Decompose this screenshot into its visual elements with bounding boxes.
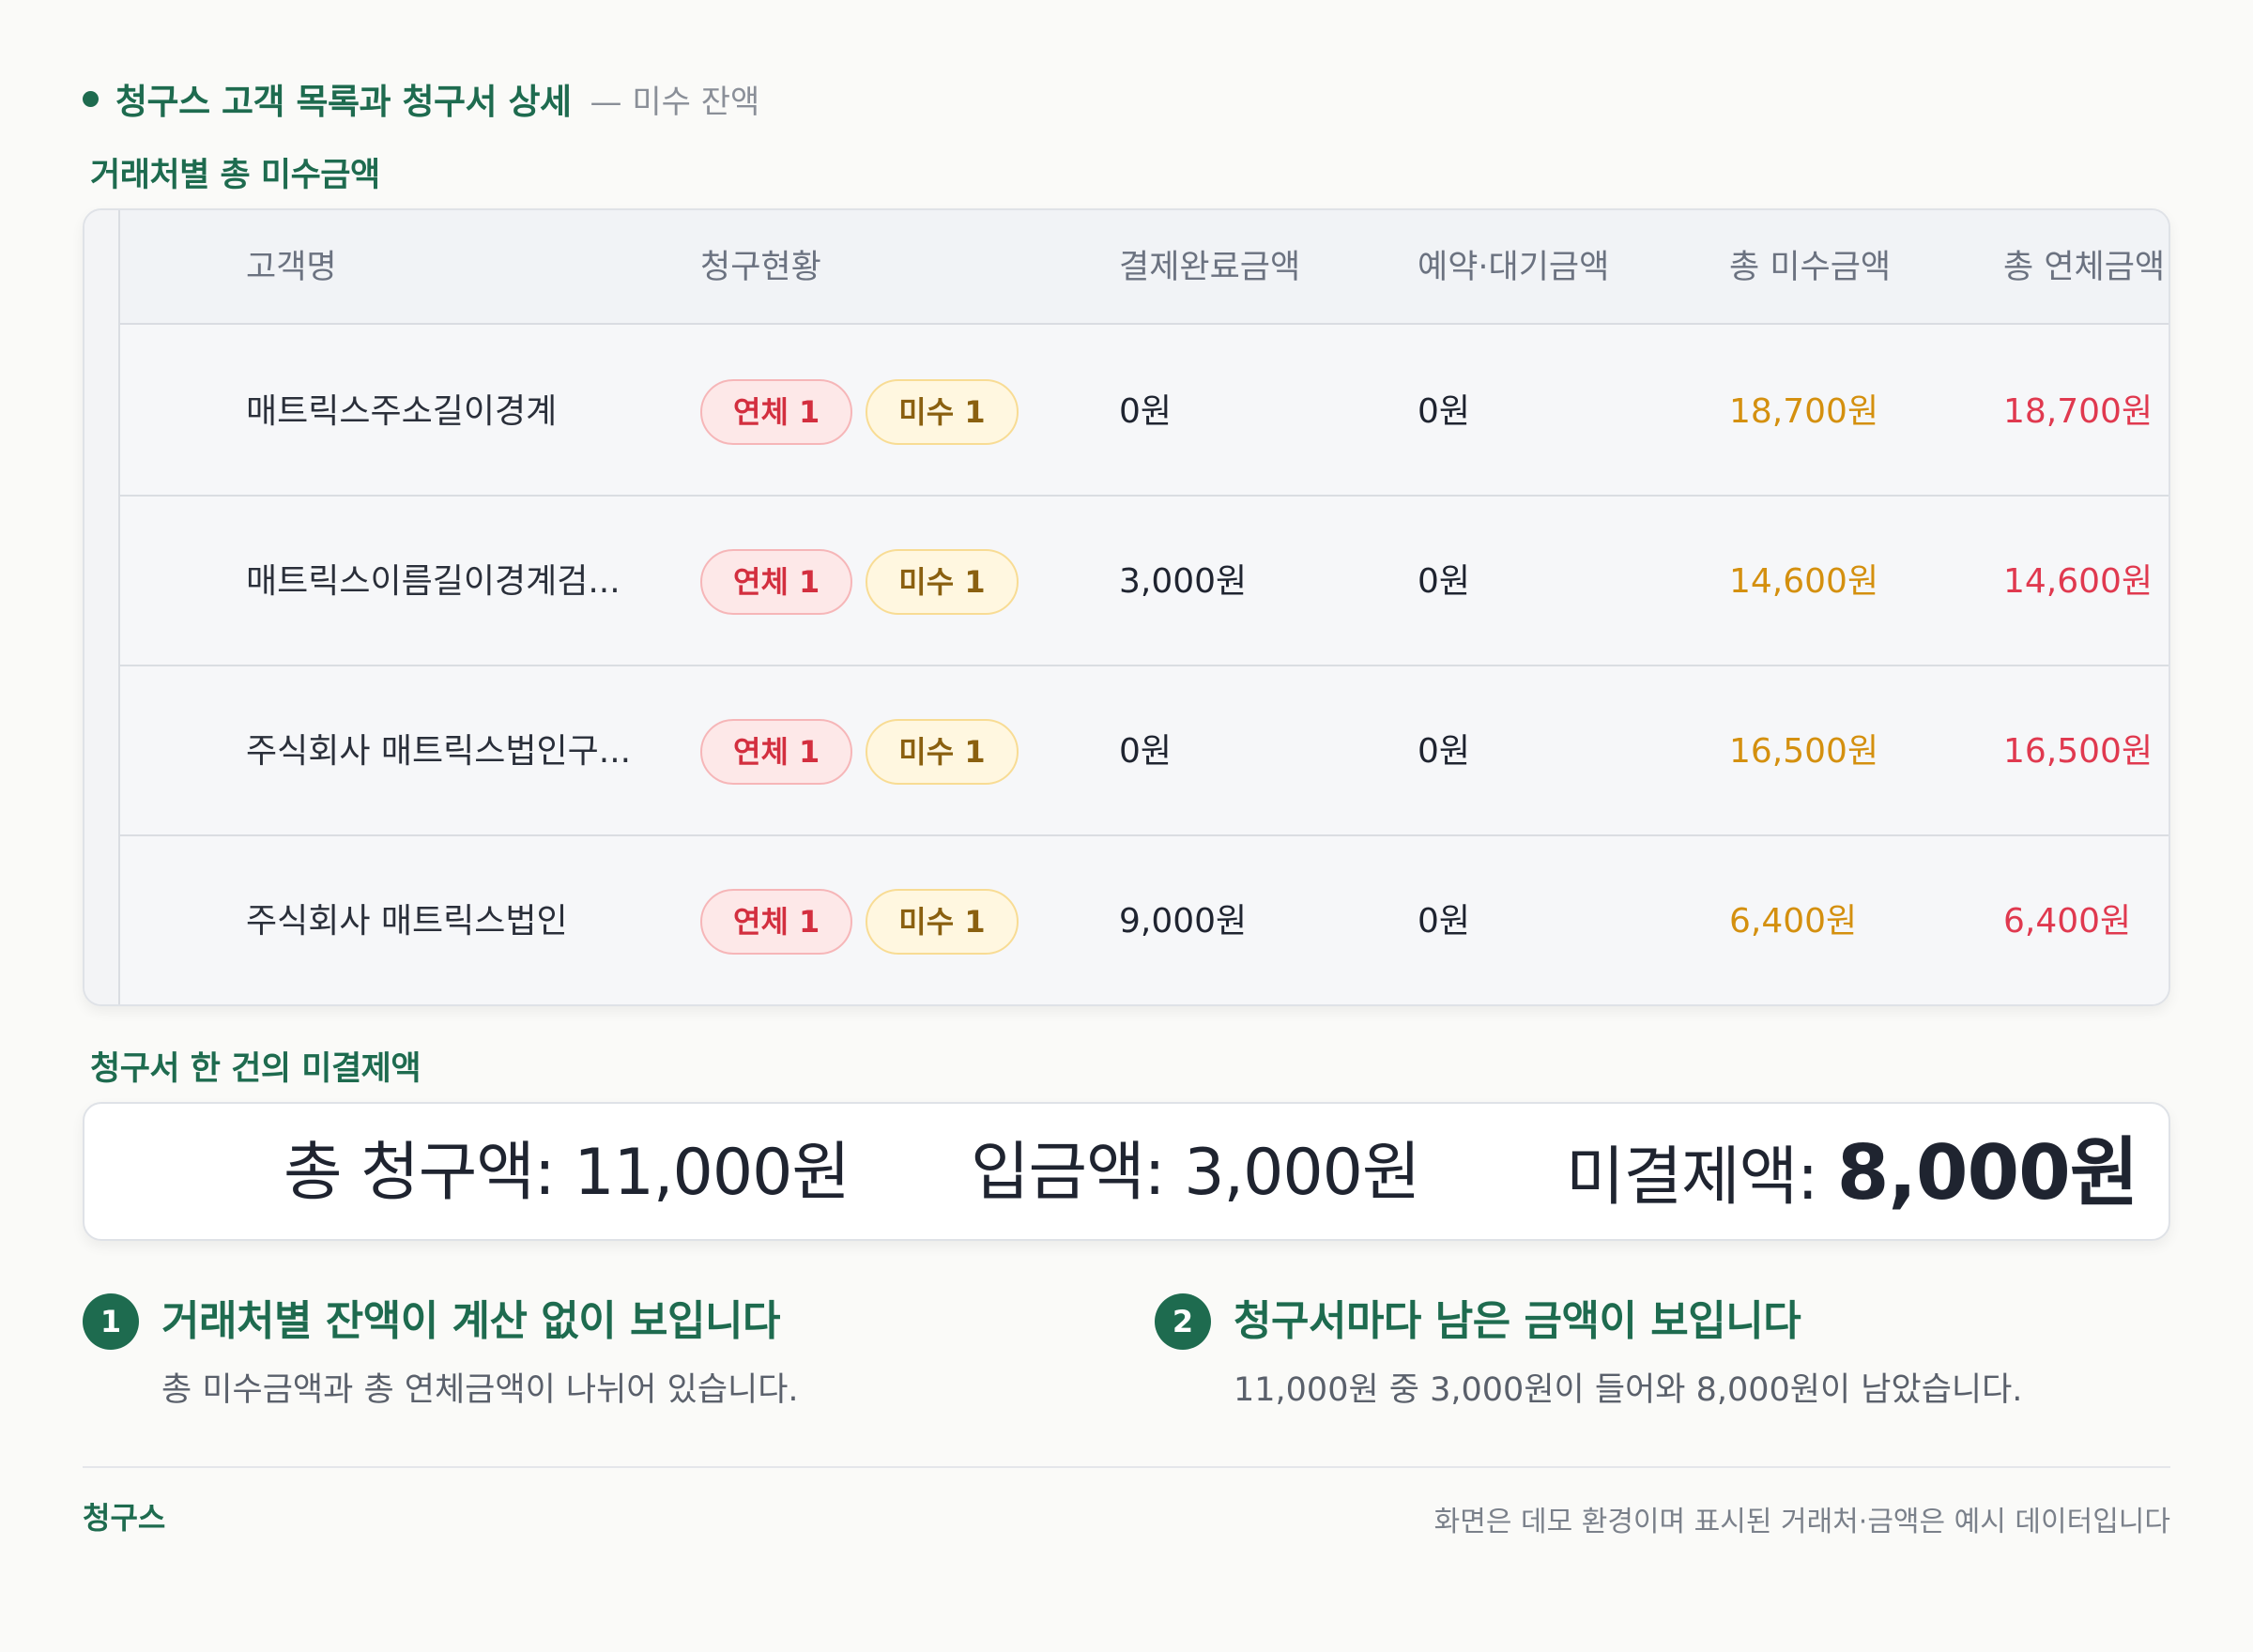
table-section-label: 거래처별 총 미수금액: [90, 157, 380, 194]
overdue-badge: 연체 1: [700, 549, 853, 615]
bullet-dot-icon: [83, 90, 99, 107]
summary-section-label: 청구서 한 건의 미결제액: [90, 1050, 421, 1088]
column-header-total-overdue[interactable]: 총 연체금액: [2003, 210, 2165, 325]
paid-amount: 0원: [1119, 732, 1172, 771]
unpaid-badge: 미수 1: [866, 889, 1019, 955]
customer-name[interactable]: 주식회사 매트릭스법인구...: [246, 666, 631, 836]
total-billed-value: 11,000원: [574, 1136, 850, 1210]
footer-divider: [83, 1466, 2170, 1468]
table-header: 고객명 청구현황 결제완료금액 예약·대기금액 총 미수금액 총 연체금액: [120, 210, 2169, 325]
reserved-amount: 0원: [1418, 562, 1471, 601]
paid-amount: 0원: [1119, 392, 1172, 431]
total-billed-label: 총 청구액:: [284, 1136, 556, 1210]
page: 청구스 고객 목록과 청구서 상세 — 미수 잔액 거래처별 총 미수금액 고객…: [0, 0, 2253, 1652]
feature-title: 거래처별 잔액이 계산 없이 보입니다: [161, 1297, 780, 1345]
overdue-badge: 연체 1: [700, 889, 853, 955]
balance-value: 8,000원: [1836, 1129, 2139, 1216]
total-unpaid-amount: 16,500원: [1729, 732, 1879, 771]
page-subtitle: — 미수 잔액: [590, 83, 760, 121]
page-header: 청구스 고객 목록과 청구서 상세 — 미수 잔액: [83, 73, 759, 124]
footer-brand[interactable]: 청구스: [83, 1494, 165, 1537]
overdue-badge: 연체 1: [700, 719, 853, 785]
table-row[interactable]: 매트릭스주소길이경계 연체 1 미수 1 0원 0원 18,700원 18,70…: [120, 327, 2169, 497]
paid-amount: 9,000원: [1119, 902, 1248, 941]
status-badges: 연체 1 미수 1: [700, 549, 1019, 615]
total-overdue-amount: 16,500원: [2003, 732, 2153, 771]
total-billed: 총 청구액: 11,000원: [284, 1104, 851, 1243]
table-row[interactable]: 주식회사 매트릭스법인 연체 1 미수 1 9,000원 0원 6,400원 6…: [120, 836, 2169, 1004]
balance: 미결제액: 8,000원: [1566, 1104, 2138, 1243]
overdue-badge: 연체 1: [700, 379, 853, 445]
footer-disclaimer: 화면은 데모 환경이며 표시된 거래처·금액은 예시 데이터입니다: [1433, 1506, 2170, 1538]
deposit: 입금액: 3,000원: [971, 1104, 1420, 1243]
total-overdue-amount: 14,600원: [2003, 562, 2153, 601]
column-header-paid[interactable]: 결제완료금액: [1119, 210, 1300, 325]
table-row[interactable]: 매트릭스이름길이경계검... 연체 1 미수 1 3,000원 0원 14,60…: [120, 497, 2169, 666]
page-title: 청구스 고객 목록과 청구서 상세: [115, 82, 572, 122]
feature-title: 청구서마다 남은 금액이 보입니다: [1234, 1297, 1801, 1345]
balance-label: 미결제액:: [1566, 1140, 1818, 1215]
customer-name[interactable]: 매트릭스이름길이경계검...: [246, 497, 621, 666]
column-header-total-unpaid[interactable]: 총 미수금액: [1729, 210, 1891, 325]
column-header-status[interactable]: 청구현황: [700, 210, 821, 325]
total-overdue-amount: 6,400원: [2003, 902, 2132, 941]
unpaid-badge: 미수 1: [866, 549, 1019, 615]
total-unpaid-amount: 6,400원: [1729, 902, 1858, 941]
total-unpaid-amount: 14,600원: [1729, 562, 1879, 601]
table-row[interactable]: 주식회사 매트릭스법인구... 연체 1 미수 1 0원 0원 16,500원 …: [120, 666, 2169, 836]
unpaid-badge: 미수 1: [866, 379, 1019, 445]
invoice-summary-card: 총 청구액: 11,000원 입금액: 3,000원 미결제액: 8,000원: [83, 1102, 2170, 1241]
customer-name[interactable]: 매트릭스주소길이경계: [246, 327, 557, 497]
customer-name[interactable]: 주식회사 매트릭스법인: [246, 836, 568, 1004]
table-gutter: [84, 210, 120, 1004]
reserved-amount: 0원: [1418, 902, 1471, 941]
deposit-label: 입금액:: [971, 1136, 1166, 1210]
column-header-reserved[interactable]: 예약·대기금액: [1418, 210, 1609, 325]
total-unpaid-amount: 18,700원: [1729, 392, 1879, 431]
status-badges: 연체 1 미수 1: [700, 719, 1019, 785]
deposit-value: 3,000원: [1184, 1136, 1420, 1210]
status-badges: 연체 1 미수 1: [700, 889, 1019, 955]
feature-description: 총 미수금액과 총 연체금액이 나뉘어 있습니다.: [161, 1371, 799, 1409]
status-badges: 연체 1 미수 1: [700, 379, 1019, 445]
feature-number-badge: 1: [83, 1293, 139, 1350]
unpaid-badge: 미수 1: [866, 719, 1019, 785]
total-overdue-amount: 18,700원: [2003, 392, 2153, 431]
customer-table: 고객명 청구현황 결제완료금액 예약·대기금액 총 미수금액 총 연체금액 매트…: [83, 208, 2170, 1006]
feature-number-badge: 2: [1155, 1293, 1211, 1350]
paid-amount: 3,000원: [1119, 562, 1248, 601]
reserved-amount: 0원: [1418, 732, 1471, 771]
reserved-amount: 0원: [1418, 392, 1471, 431]
feature-description: 11,000원 중 3,000원이 들어와 8,000원이 남았습니다.: [1234, 1371, 2023, 1409]
column-header-name[interactable]: 고객명: [246, 210, 337, 325]
